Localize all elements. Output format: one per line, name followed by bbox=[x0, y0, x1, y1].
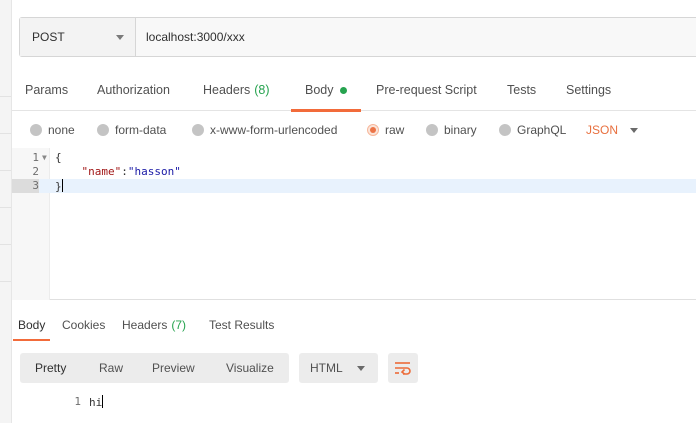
method-label: POST bbox=[32, 30, 65, 44]
view-visualize-button[interactable]: Visualize bbox=[226, 353, 274, 383]
body-option-urlencoded[interactable]: x-www-form-urlencoded bbox=[192, 117, 337, 143]
editor-line-active: 3 } bbox=[12, 179, 696, 193]
request-url-bar: POST localhost:3000/xxx bbox=[19, 17, 696, 57]
option-label: raw bbox=[385, 123, 405, 137]
line-number: 1 bbox=[32, 151, 39, 164]
code-text-brace: } bbox=[55, 180, 62, 193]
json-key: "name" bbox=[81, 165, 122, 178]
tab-headers-label: Headers bbox=[203, 83, 251, 97]
body-type-options: none form-data x-www-form-urlencoded raw… bbox=[12, 117, 696, 143]
radio-selected-icon bbox=[367, 124, 379, 136]
left-sidebar-edge bbox=[0, 0, 12, 423]
method-select[interactable]: POST bbox=[20, 18, 136, 56]
radio-icon bbox=[499, 124, 511, 136]
body-indicator-dot-icon bbox=[339, 86, 347, 94]
tab-body[interactable]: Body bbox=[291, 71, 360, 112]
tab-pre-request-script[interactable]: Pre-request Script bbox=[376, 71, 477, 109]
line-number: 1 bbox=[74, 395, 81, 408]
line-number: 3 bbox=[12, 179, 39, 193]
tab-body-label: Body bbox=[305, 83, 334, 97]
json-value: "hasson" bbox=[127, 165, 181, 178]
code-text: "name":"hasson" bbox=[55, 165, 181, 179]
response-headers-count-badge: (7) bbox=[171, 318, 187, 332]
response-tab-body[interactable]: Body bbox=[12, 311, 51, 341]
response-format-select[interactable]: HTML bbox=[299, 353, 378, 383]
body-option-none[interactable]: none bbox=[30, 117, 75, 143]
radio-icon bbox=[192, 124, 204, 136]
response-format-label: HTML bbox=[310, 361, 343, 375]
option-label: binary bbox=[444, 123, 477, 137]
headers-count-badge: (8) bbox=[254, 83, 270, 97]
response-tab-headers-label: Headers bbox=[122, 318, 168, 332]
chevron-down-icon bbox=[357, 365, 365, 371]
radio-icon bbox=[426, 124, 438, 136]
wrap-lines-button[interactable] bbox=[388, 353, 418, 383]
option-label: none bbox=[48, 123, 75, 137]
line-number: 2 bbox=[32, 165, 39, 178]
response-tabs: Body Cookies Headers (7) Test Results bbox=[12, 311, 696, 341]
body-option-raw[interactable]: raw bbox=[367, 117, 404, 143]
chevron-down-icon bbox=[116, 34, 124, 40]
editor-line: 1 ▼ { bbox=[12, 151, 696, 165]
view-preview-button[interactable]: Preview bbox=[152, 353, 195, 383]
body-option-binary[interactable]: binary bbox=[426, 117, 477, 143]
radio-icon bbox=[30, 124, 42, 136]
chevron-down-icon bbox=[630, 127, 639, 133]
fold-arrow-icon[interactable]: ▼ bbox=[42, 151, 47, 165]
response-tab-test-results[interactable]: Test Results bbox=[209, 311, 274, 339]
response-tab-headers[interactable]: Headers (7) bbox=[122, 311, 186, 339]
response-view-switcher: Pretty Raw Preview Visualize bbox=[20, 353, 289, 383]
text-cursor bbox=[61, 179, 63, 192]
response-text: hi bbox=[89, 395, 104, 410]
text-cursor bbox=[102, 395, 104, 408]
response-body-line: 1 hi bbox=[12, 395, 696, 409]
tab-authorization[interactable]: Authorization bbox=[97, 71, 170, 109]
body-option-graphql[interactable]: GraphQL bbox=[499, 117, 566, 143]
tab-settings[interactable]: Settings bbox=[566, 71, 611, 109]
tab-headers[interactable]: Headers (8) bbox=[203, 71, 270, 109]
url-input[interactable]: localhost:3000/xxx bbox=[136, 18, 696, 56]
code-text: } bbox=[55, 179, 63, 194]
wrap-lines-icon bbox=[395, 362, 411, 375]
format-select-json[interactable]: JSON bbox=[586, 117, 639, 143]
response-text-content: hi bbox=[89, 396, 103, 409]
request-body-editor[interactable]: 1 ▼ { 2 "name":"hasson" 3 } bbox=[12, 148, 696, 300]
option-label: GraphQL bbox=[517, 123, 567, 137]
radio-icon bbox=[97, 124, 109, 136]
tab-params[interactable]: Params bbox=[25, 71, 68, 109]
body-option-form-data[interactable]: form-data bbox=[97, 117, 166, 143]
format-label: JSON bbox=[586, 123, 619, 137]
json-separator: : bbox=[121, 165, 128, 178]
code-text: { bbox=[55, 151, 62, 164]
view-pretty-button[interactable]: Pretty bbox=[35, 353, 66, 383]
request-tabs: Params Authorization Headers (8) Body Pre… bbox=[12, 71, 696, 112]
view-raw-button[interactable]: Raw bbox=[99, 353, 123, 383]
editor-line: 2 "name":"hasson" bbox=[12, 165, 696, 179]
response-tab-cookies[interactable]: Cookies bbox=[62, 311, 105, 339]
tab-tests[interactable]: Tests bbox=[507, 71, 536, 109]
option-label: x-www-form-urlencoded bbox=[210, 123, 338, 137]
option-label: form-data bbox=[115, 123, 167, 137]
